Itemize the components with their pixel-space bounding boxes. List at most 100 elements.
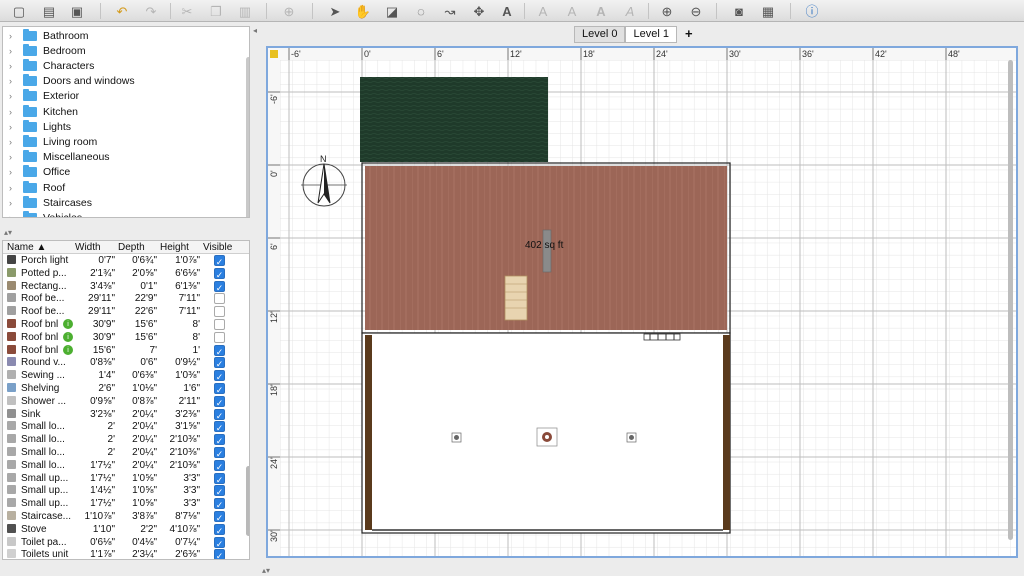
paste-icon[interactable]: ▥ — [236, 2, 254, 20]
catalog-category[interactable]: › Exterior — [3, 89, 241, 104]
header-name[interactable]: Name ▲ — [7, 242, 46, 253]
plan-canvas[interactable]: -6' 0' 6' 12' 18' 24' 30' 36' 42' 48' -6' 0' 6' 12' 1… — [268, 48, 1016, 556]
visible-checkbox[interactable]: ✓ — [214, 498, 225, 510]
plan-splitter-arrows[interactable]: ▴▾ — [262, 566, 270, 575]
tab-level-1[interactable]: Level 1 — [625, 26, 677, 43]
catalog-category[interactable]: › Lights — [3, 119, 241, 134]
zoom-out-icon[interactable]: ⊖ — [687, 2, 705, 20]
chevron-right-icon[interactable]: › — [9, 137, 19, 147]
header-width[interactable]: Width — [75, 242, 101, 253]
visible-checkbox[interactable]: ✓ — [214, 408, 225, 421]
visible-checkbox[interactable]: ✓ — [214, 447, 225, 459]
catalog-splitter[interactable]: ▴▾ — [0, 228, 256, 240]
chevron-right-icon[interactable]: › — [9, 91, 19, 101]
header-depth[interactable]: Depth — [118, 242, 145, 253]
add-level-button[interactable]: + — [685, 26, 693, 43]
table-row[interactable]: Small up... 1'7½" 1'0⅝" 3'3" ✓ — [3, 472, 241, 486]
catalog-category[interactable]: › Roof — [3, 180, 241, 195]
chimney[interactable] — [542, 229, 552, 273]
table-row[interactable]: Shelving 2'6" 1'0⅛" 1'6" ✓ — [3, 383, 241, 396]
help-icon[interactable]: ⓘ — [803, 2, 821, 20]
visible-checkbox[interactable]: ✓ — [214, 357, 225, 369]
furniture-table-scrollbar[interactable] — [246, 466, 249, 536]
left-beam[interactable] — [365, 335, 372, 530]
visible-checkbox[interactable]: ✓ — [214, 267, 225, 280]
table-row[interactable]: Roof be... 29'11" 22'9" 7'11" — [3, 293, 241, 306]
staircase[interactable] — [504, 275, 528, 321]
add-furniture-icon[interactable]: ⊕ — [280, 2, 298, 20]
visible-checkbox[interactable]: ✓ — [214, 280, 225, 293]
decrease-text-icon[interactable]: A — [563, 2, 581, 20]
visible-checkbox[interactable]: ✓ — [214, 344, 225, 357]
catalog-category[interactable]: › Characters — [3, 58, 241, 73]
info-badge-icon[interactable]: i — [63, 344, 73, 355]
table-row[interactable]: Toilets unit 1'1⅞" 2'3¼" 2'6⅜" ✓ — [3, 549, 241, 559]
visible-checkbox[interactable]: ✓ — [214, 472, 225, 485]
porch-railing[interactable] — [643, 333, 681, 341]
visible-checkbox[interactable]: ✓ — [214, 523, 225, 536]
open-icon[interactable]: ▤ — [40, 2, 58, 20]
visible-checkbox[interactable]: ✓ — [214, 536, 225, 549]
table-row[interactable]: Small up... 1'7½" 1'0⅝" 3'3" ✓ — [3, 498, 241, 511]
visible-checkbox[interactable] — [214, 293, 225, 305]
header-height[interactable]: Height — [160, 242, 189, 253]
save-icon[interactable]: ▣ — [68, 2, 86, 20]
chevron-right-icon[interactable]: › — [9, 122, 19, 132]
chevron-right-icon[interactable]: › — [9, 198, 19, 208]
visible-checkbox[interactable]: ✓ — [214, 549, 225, 559]
add-text-icon[interactable]: A — [498, 2, 516, 20]
table-row[interactable]: Roof bnl i 15'6" 7' 1' ✓ — [3, 344, 241, 358]
visible-checkbox[interactable]: ✓ — [214, 370, 225, 382]
table-row[interactable]: Roof bnl i 30'9" 15'6" 8' — [3, 331, 241, 345]
porch-light-left[interactable] — [451, 432, 462, 443]
chevron-right-icon[interactable]: › — [9, 107, 19, 117]
table-row[interactable]: Small lo... 2' 2'0¼" 2'10⅜" ✓ — [3, 447, 241, 460]
visible-checkbox[interactable]: ✓ — [214, 434, 225, 446]
table-row[interactable]: Small lo... 1'7½" 2'0¼" 2'10⅜" ✓ — [3, 459, 241, 473]
visible-checkbox[interactable]: ✓ — [214, 255, 225, 267]
table-row[interactable]: Sink 3'2⅜" 2'0¼" 3'2⅜" ✓ — [3, 408, 241, 422]
create-walls-icon[interactable]: ◪ — [383, 2, 401, 20]
catalog-category[interactable]: › Office — [3, 165, 241, 180]
info-badge-icon[interactable]: i — [63, 319, 73, 329]
visible-checkbox[interactable]: ✓ — [214, 421, 225, 433]
table-row[interactable]: Porch light 0'7" 0'6¾" 1'0⅞" ✓ — [3, 255, 241, 268]
visible-checkbox[interactable] — [214, 319, 225, 330]
table-row[interactable]: Staircase... 1'10⅞" 3'8⅞" 8'7⅛" ✓ — [3, 511, 241, 524]
new-home-icon[interactable]: ▢ — [10, 2, 28, 20]
table-row[interactable]: Roof bnl i 30'9" 15'6" 8' — [3, 319, 241, 332]
catalog-category[interactable]: › Living room — [3, 134, 241, 149]
chevron-right-icon[interactable]: › — [9, 31, 19, 41]
cut-icon[interactable]: ✂ — [178, 2, 196, 20]
redo-icon[interactable]: ↷ — [142, 2, 160, 20]
catalog-category[interactable]: › Miscellaneous — [3, 150, 241, 165]
green-roof-area[interactable] — [360, 77, 548, 162]
chevron-right-icon[interactable]: › — [9, 183, 19, 193]
header-visible[interactable]: Visible — [203, 242, 232, 253]
catalog-category[interactable]: › Doors and windows — [3, 74, 241, 89]
visible-checkbox[interactable]: ✓ — [214, 485, 225, 497]
chevron-right-icon[interactable]: › — [9, 152, 19, 162]
chevron-right-icon[interactable]: › — [9, 213, 19, 217]
table-row[interactable]: Potted p... 2'1¾" 2'0⅝" 6'6⅛" ✓ — [3, 267, 241, 281]
table-row[interactable]: Sewing ... 1'4" 0'6⅜" 1'0⅜" ✓ — [3, 370, 241, 383]
chevron-right-icon[interactable]: › — [9, 61, 19, 71]
create-polylines-icon[interactable]: ↝ — [441, 2, 459, 20]
catalog-category[interactable]: › Staircases — [3, 195, 241, 210]
visible-checkbox[interactable]: ✓ — [214, 511, 225, 523]
visible-checkbox[interactable]: ✓ — [214, 459, 225, 472]
table-row[interactable]: Small lo... 2' 2'0¼" 2'10⅜" ✓ — [3, 434, 241, 447]
catalog-category[interactable]: › Kitchen — [3, 104, 241, 119]
create-video-icon[interactable]: ▦ — [759, 2, 777, 20]
zoom-in-icon[interactable]: ⊕ — [658, 2, 676, 20]
visible-checkbox[interactable]: ✓ — [214, 383, 225, 395]
table-row[interactable]: Roof be... 29'11" 22'6" 7'11" — [3, 306, 241, 319]
create-photo-icon[interactable]: ◙ — [730, 2, 748, 20]
create-dimensions-icon[interactable]: ✥ — [470, 2, 488, 20]
table-row[interactable]: Rectang... 3'4⅜" 0'1" 6'1⅜" ✓ — [3, 280, 241, 294]
visible-checkbox[interactable]: ✓ — [214, 395, 225, 408]
bold-text-icon[interactable]: A — [592, 2, 610, 20]
table-row[interactable]: Stove 1'10" 2'2" 4'10⅞" ✓ — [3, 523, 241, 537]
table-row[interactable]: Shower ... 0'9⅝" 0'8⅞" 2'11" ✓ — [3, 395, 241, 409]
right-beam[interactable] — [723, 335, 730, 530]
